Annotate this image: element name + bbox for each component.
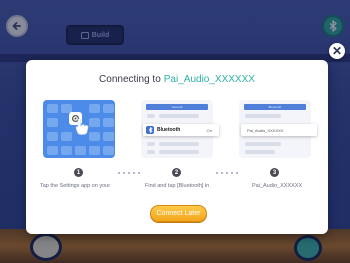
step-number: 1: [74, 168, 83, 177]
step2-illustration: General Bluetooth On: [141, 100, 219, 158]
placeholder-bar: [159, 114, 199, 118]
step-connector-dots: [118, 172, 140, 174]
app-tile: [103, 104, 114, 113]
close-button[interactable]: ✕: [329, 43, 345, 59]
pointing-hand-icon: [75, 118, 89, 135]
step-instruction: Find and tap [Bluetooth] in: [145, 183, 210, 189]
step-instruction: Pai_Audio_XXXXXX: [252, 183, 303, 189]
app-tile: [47, 104, 58, 113]
app-tile: [103, 118, 114, 127]
device-list-row: Pai_Audio_XXXXXX: [241, 124, 317, 136]
bluetooth-list-header-label: Bluetooth: [268, 105, 282, 109]
placeholder-bar: [245, 142, 281, 146]
connect-later-button[interactable]: Connect Later: [150, 205, 207, 222]
app-tile: [47, 118, 58, 127]
bluetooth-list-header: Bluetooth: [244, 104, 306, 110]
device-row-label: Pai_Audio_XXXXXX: [247, 127, 284, 133]
placeholder-bar: [245, 114, 281, 118]
step-number: 2: [172, 168, 181, 177]
app-tile: [61, 146, 72, 155]
settings-header-label: General: [171, 105, 183, 109]
step1-illustration: [43, 100, 115, 158]
app-tile: [103, 132, 114, 141]
app-tile: [47, 132, 58, 141]
placeholder-bar: [159, 142, 199, 146]
placeholder-bar: [245, 150, 275, 154]
app-tile: [61, 132, 72, 141]
dialog-title: Connecting to Pai_Audio_XXXXXX: [26, 74, 328, 85]
app-tile: [47, 146, 58, 155]
app-tile: [89, 104, 100, 113]
connection-dialog: Connecting to Pai_Audio_XXXXXX General B…: [26, 60, 328, 234]
step-number: 3: [270, 168, 279, 177]
bluetooth-icon: [148, 127, 153, 133]
app-tile: [89, 146, 100, 155]
app-tile: [89, 118, 100, 127]
placeholder-bar: [159, 150, 199, 154]
app-tile: [75, 146, 86, 155]
step3-illustration: Bluetooth Pai_Audio_XXXXXX: [239, 100, 317, 158]
app-tile: [89, 132, 100, 141]
placeholder-bar: [147, 142, 155, 146]
placeholder-bar: [147, 114, 155, 118]
step-connector-dots: [216, 172, 238, 174]
app-tile: [103, 146, 114, 155]
step-instruction: Tap the Settings app on your: [40, 183, 111, 189]
close-icon: ✕: [331, 44, 343, 58]
bluetooth-badge: [146, 126, 154, 134]
placeholder-bar: [147, 150, 155, 154]
bluetooth-setting-row: Bluetooth On: [143, 124, 219, 136]
settings-header: General: [146, 104, 208, 110]
title-prefix: Connecting to: [99, 74, 161, 85]
bluetooth-row-state: On: [206, 127, 212, 133]
device-name: Pai_Audio_XXXXXX: [163, 74, 255, 85]
bluetooth-row-label: Bluetooth: [157, 127, 181, 133]
